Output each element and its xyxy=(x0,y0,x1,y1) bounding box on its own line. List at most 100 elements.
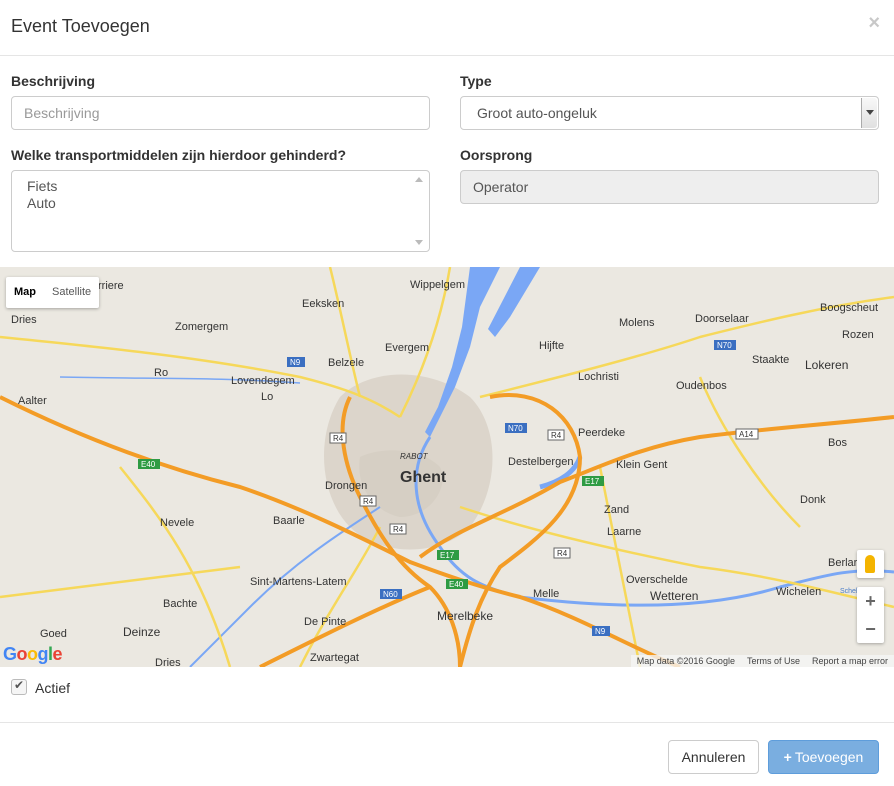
type-select[interactable]: Groot auto-ongeluk xyxy=(460,96,879,130)
map-label-lo: Lo xyxy=(261,391,273,403)
map-label-zand: Zand xyxy=(604,504,629,516)
zoom-control: + − xyxy=(857,587,884,643)
map-label-drongen: Drongen xyxy=(325,480,367,492)
canal-water-2 xyxy=(488,267,540,337)
map-data-attribution: Map data ©2016 Google xyxy=(636,656,735,666)
map-label-dries-sw: Dries xyxy=(155,657,181,667)
description-label: Beschrijving xyxy=(11,73,96,89)
close-button[interactable]: × xyxy=(868,13,880,33)
map-label-sint-martens-latem: Sint-Martens-Latem xyxy=(250,576,347,588)
map[interactable]: Ghent RABOT Eeksken Wippelgem Zomergem E… xyxy=(0,267,894,667)
active-label[interactable]: Actief xyxy=(35,680,70,696)
road-label-n60: N60 xyxy=(383,590,398,599)
modal-header: Event Toevoegen × xyxy=(0,0,894,56)
zoom-out-button[interactable]: − xyxy=(857,615,884,643)
map-label-zwartegat: Zwartegat xyxy=(310,652,359,664)
origin-field: Operator xyxy=(460,170,879,204)
map-label-peerdeke: Peerdeke xyxy=(578,427,625,439)
pegman-icon[interactable] xyxy=(857,550,884,578)
map-label-wichelen: Wichelen xyxy=(776,586,821,598)
map-label-destelbergen: Destelbergen xyxy=(508,456,573,468)
map-label-deinze: Deinze xyxy=(123,625,161,639)
map-label-dries-nw: Dries xyxy=(11,314,37,326)
map-label-berlare: Berlar xyxy=(828,557,858,569)
report-map-error-link[interactable]: Report a map error xyxy=(806,655,894,667)
map-label-zomergem: Zomergem xyxy=(175,321,228,333)
map-label-wierriere: rriere xyxy=(98,280,124,292)
transport-label: Welke transportmiddelen zijn hierdoor ge… xyxy=(11,147,347,163)
map-label-wetteren: Wetteren xyxy=(650,589,698,603)
map-label-nevele: Nevele xyxy=(160,517,194,529)
road-label-r4-c: R4 xyxy=(363,497,374,506)
cancel-button[interactable]: Annuleren xyxy=(668,740,759,774)
map-label-boogscheut: Boogscheut xyxy=(820,302,878,314)
map-label-molens: Molens xyxy=(619,317,655,329)
zoom-in-button[interactable]: + xyxy=(857,587,884,615)
e17-highway xyxy=(418,415,894,559)
terms-of-use-link[interactable]: Terms of Use xyxy=(741,655,806,667)
map-label-wippelgem: Wippelgem xyxy=(410,279,465,291)
description-placeholder: Beschrijving xyxy=(24,105,100,121)
map-label-melle: Melle xyxy=(533,588,559,600)
map-label-merelbeke: Merelbeke xyxy=(437,609,493,623)
type-selected-value: Groot auto-ongeluk xyxy=(477,105,597,121)
chevron-down-icon[interactable] xyxy=(861,98,877,128)
road-label-n70-right: N70 xyxy=(717,341,732,350)
type-label: Type xyxy=(460,73,492,89)
river-scheldt-east xyxy=(519,569,894,607)
road-label-r4-b: R4 xyxy=(551,431,562,440)
map-label-rozen: Rozen xyxy=(842,329,874,341)
transport-option-auto[interactable]: Auto xyxy=(27,195,56,211)
map-canvas[interactable]: Ghent RABOT Eeksken Wippelgem Zomergem E… xyxy=(0,267,894,667)
map-label-lokeren: Lokeren xyxy=(805,358,848,372)
map-label-doorselaar: Doorselaar xyxy=(695,313,749,325)
map-type-control: Map Satellite xyxy=(6,277,100,308)
road-label-n9-top: N9 xyxy=(290,358,301,367)
transport-multiselect[interactable]: Fiets Auto xyxy=(11,170,430,252)
map-attribution: Map data ©2016 Google Terms of Use Repor… xyxy=(630,655,894,667)
description-input[interactable]: Beschrijving xyxy=(11,96,430,130)
map-label-goed: Goed xyxy=(40,628,67,640)
map-label-bachte: Bachte xyxy=(163,598,197,610)
map-type-map-button[interactable]: Map xyxy=(6,277,44,308)
map-label-evergem: Evergem xyxy=(385,342,429,354)
modal-title: Event Toevoegen xyxy=(11,16,150,36)
road-label-r4-e: R4 xyxy=(557,549,568,558)
map-label-baarle: Baarle xyxy=(273,515,305,527)
transport-option-fiets[interactable]: Fiets xyxy=(27,178,57,194)
map-label-aalter: Aalter xyxy=(18,395,47,407)
map-label-ghent[interactable]: Ghent xyxy=(400,469,447,486)
road-label-a14: A14 xyxy=(739,430,754,439)
google-logo: Google xyxy=(3,644,63,664)
road-label-r4-a: R4 xyxy=(333,434,344,443)
origin-value: Operator xyxy=(473,179,529,195)
map-label-lochristi: Lochristi xyxy=(578,371,619,383)
scroll-up-arrow-icon[interactable] xyxy=(415,177,423,182)
road-label-e40-mid: E40 xyxy=(449,580,464,589)
map-label-de-pinte: De Pinte xyxy=(304,616,346,628)
map-label-bos: Bos xyxy=(828,437,847,449)
map-label-hijfte: Hijfte xyxy=(539,340,564,352)
map-label-overschelde: Overschelde xyxy=(626,574,688,586)
map-label-rabot: RABOT xyxy=(400,452,429,461)
map-label-ro: Ro xyxy=(154,367,168,379)
map-type-satellite-button[interactable]: Satellite xyxy=(44,277,99,308)
modal-footer: Annuleren + Toevoegen xyxy=(0,722,894,786)
scroll-down-arrow-icon[interactable] xyxy=(415,240,423,245)
road-label-e40-left: E40 xyxy=(141,460,156,469)
map-label-laarne: Laarne xyxy=(607,526,641,538)
plus-icon: + xyxy=(783,749,792,765)
map-label-eeksken: Eeksken xyxy=(302,298,344,310)
map-label-oudenbos: Oudenbos xyxy=(676,380,727,392)
map-label-lovendegem: Lovendegem xyxy=(231,375,295,387)
map-label-staakte: Staakte xyxy=(752,354,789,366)
map-label-donk: Donk xyxy=(800,494,826,506)
active-checkbox[interactable] xyxy=(11,678,27,695)
add-button[interactable]: + Toevoegen xyxy=(768,740,879,774)
map-label-belzele: Belzele xyxy=(328,357,364,369)
origin-label: Oorsprong xyxy=(460,147,533,163)
map-label-klein-gent: Klein Gent xyxy=(616,459,667,471)
road-label-n70-mid: N70 xyxy=(508,424,523,433)
road-label-e17-mid: E17 xyxy=(440,551,455,560)
road-label-e17-right: E17 xyxy=(585,477,600,486)
